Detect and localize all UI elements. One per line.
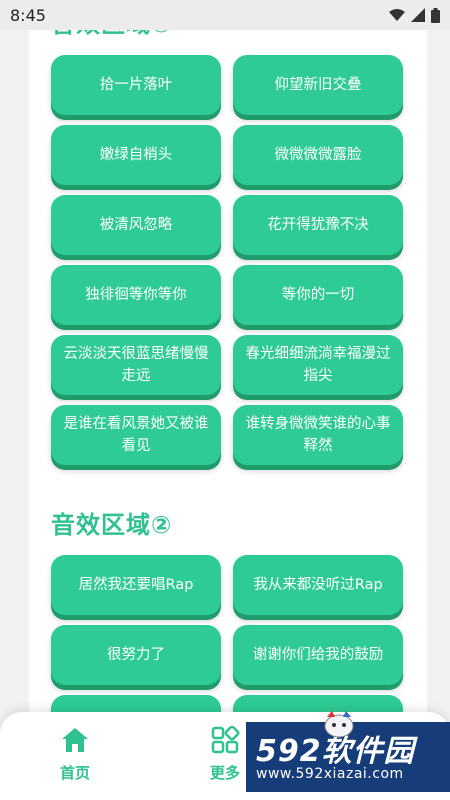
sound-button[interactable]: 嫩绿自梢头 [51, 125, 221, 185]
nav-label-home: 首页 [59, 764, 90, 782]
sound-button[interactable]: 云淡淡天很蓝思绪慢慢走远 [51, 335, 221, 395]
home-icon [62, 728, 88, 752]
sound-button[interactable]: 被清风忽略 [51, 195, 221, 255]
battery-icon [431, 7, 440, 23]
main-content[interactable]: 音效区域① 拾一片落叶 仰望新旧交叠 嫩绿自梢头 微微微微露脸 被清风忽略 花开… [29, 0, 427, 800]
sound-grid-1: 拾一片落叶 仰望新旧交叠 嫩绿自梢头 微微微微露脸 被清风忽略 花开得犹豫不决 … [51, 55, 403, 465]
sound-button[interactable]: 很努力了 [51, 625, 221, 685]
sound-button[interactable]: 拾一片落叶 [51, 55, 221, 115]
signal-icon [411, 8, 425, 22]
sound-button[interactable]: 等你的一切 [233, 265, 403, 325]
sound-button[interactable]: 微微微微露脸 [233, 125, 403, 185]
sound-button[interactable]: 谢谢你们给我的鼓励 [233, 625, 403, 685]
status-bar: 8:45 [0, 0, 450, 30]
status-icons [389, 7, 440, 23]
sound-button[interactable]: 是谁在看风景她又被谁看见 [51, 405, 221, 465]
section-title-2: 音效区域② [51, 511, 173, 539]
sound-button[interactable]: 我从来都没听过Rap [233, 555, 403, 615]
nav-item-home[interactable]: 首页 [40, 726, 110, 783]
wifi-icon [389, 9, 405, 21]
status-time: 8:45 [10, 5, 46, 25]
sound-button[interactable]: 花开得犹豫不决 [233, 195, 403, 255]
sound-button[interactable]: 居然我还要唱Rap [51, 555, 221, 615]
sound-button[interactable]: 独徘徊等你等你 [51, 265, 221, 325]
watermark-url: www.592xiazai.com [256, 766, 404, 782]
mascot-icon [324, 711, 354, 738]
watermark-brand-text: 软件园 [321, 734, 415, 769]
sound-button[interactable]: 谁转身微微笑谁的心事释然 [233, 405, 403, 465]
sound-button[interactable]: 春光细细流淌幸福漫过指尖 [233, 335, 403, 395]
apps-icon [211, 726, 240, 754]
watermark-brand-num: 592 [256, 734, 322, 769]
sound-button[interactable]: 仰望新旧交叠 [233, 55, 403, 115]
